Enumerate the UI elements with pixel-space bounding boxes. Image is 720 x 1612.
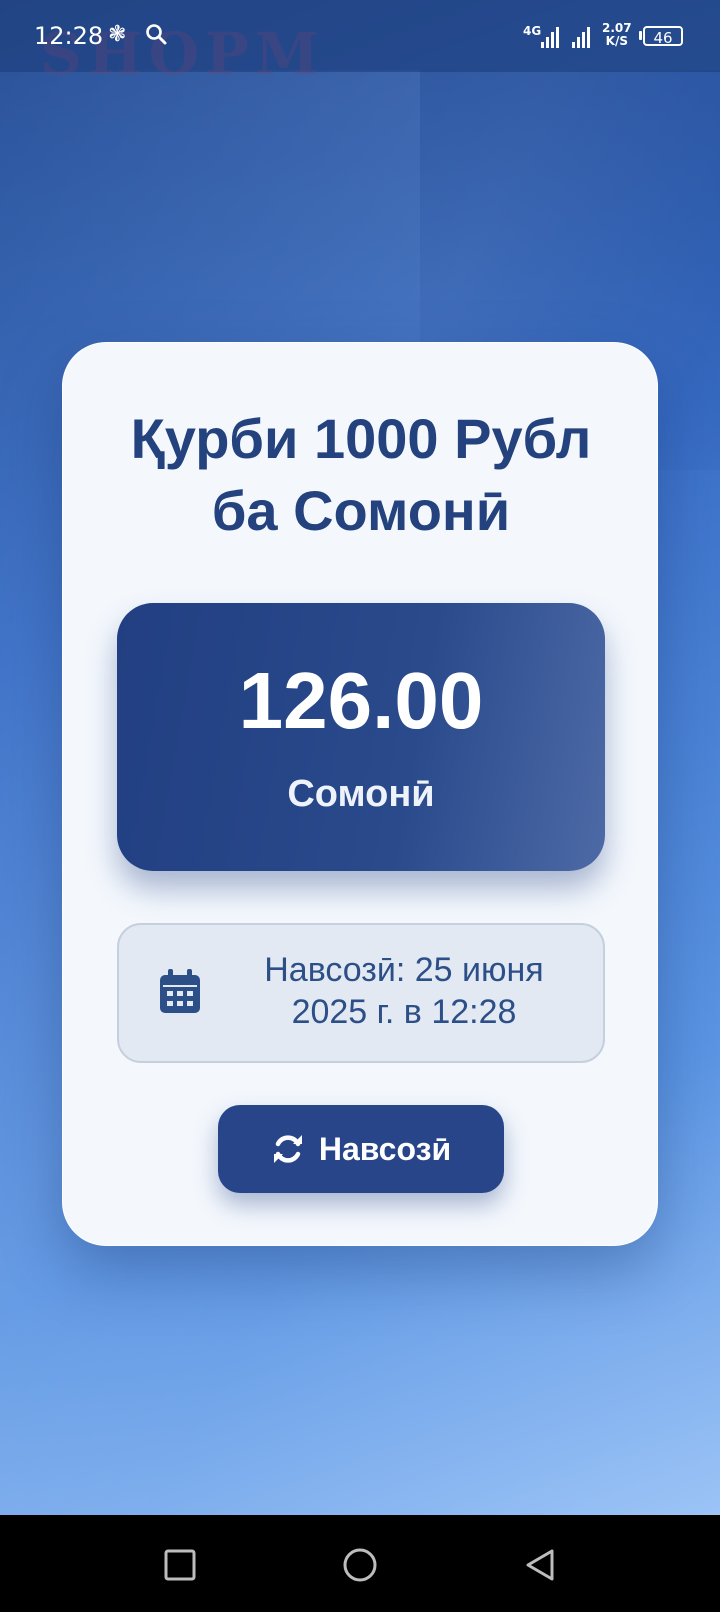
rate-display: 126.00 Сомонӣ bbox=[117, 603, 605, 871]
app-notification-icon: ❃ bbox=[108, 22, 127, 47]
exchange-rate-card: Қурби 1000 Рубл ба Сомонӣ 126.00 Сомонӣ … bbox=[62, 342, 658, 1246]
battery-icon: 46 bbox=[643, 26, 683, 47]
title-line-2: ба Сомонӣ bbox=[211, 479, 511, 542]
calendar-icon bbox=[160, 969, 200, 1013]
rate-value: 126.00 bbox=[238, 656, 484, 745]
home-circle-icon[interactable] bbox=[338, 1543, 382, 1587]
recents-square-icon[interactable] bbox=[158, 1543, 202, 1587]
last-updated-text: Навсозӣ: 25 июня 2025 г. в 12:28 bbox=[229, 949, 579, 1033]
rate-currency: Сомонӣ bbox=[287, 773, 435, 815]
navigation-bar bbox=[0, 1515, 720, 1612]
back-triangle-icon[interactable] bbox=[518, 1543, 562, 1587]
signal-strength-icon bbox=[572, 26, 590, 48]
refresh-label: Навсозӣ bbox=[318, 1130, 452, 1167]
title-line-1: Қурби 1000 Рубл bbox=[130, 407, 592, 470]
status-bar: SHOPM 12:28 ❃ 4G 2.07 K/S 46 bbox=[0, 0, 720, 88]
status-time: 12:28 bbox=[34, 22, 104, 50]
network-speed: 2.07 K/S bbox=[602, 22, 632, 48]
refresh-button[interactable]: Навсозӣ bbox=[218, 1105, 504, 1193]
signal-strength-icon bbox=[541, 26, 559, 48]
page-title: Қурби 1000 Рубл ба Сомонӣ bbox=[63, 403, 659, 547]
battery-tip bbox=[639, 31, 642, 40]
refresh-icon bbox=[273, 1135, 302, 1163]
network-type: 4G bbox=[523, 24, 542, 38]
speed-unit: K/S bbox=[605, 34, 628, 48]
updated-line-1: Навсозӣ: 25 июня bbox=[264, 951, 544, 989]
search-icon bbox=[144, 22, 168, 52]
last-updated-box: Навсозӣ: 25 июня 2025 г. в 12:28 bbox=[117, 923, 605, 1063]
updated-line-2: 2025 г. в 12:28 bbox=[291, 993, 517, 1031]
